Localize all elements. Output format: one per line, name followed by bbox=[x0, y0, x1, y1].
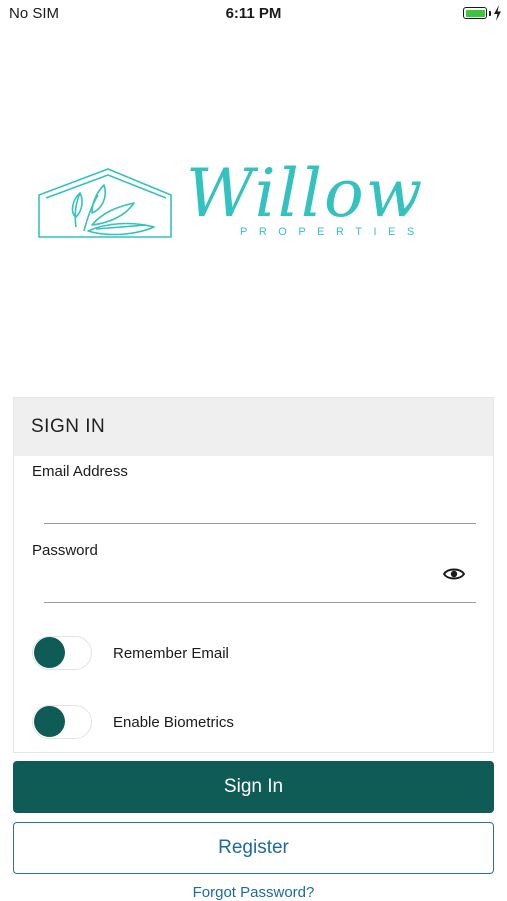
enable-biometrics-row: Enable Biometrics bbox=[32, 703, 234, 741]
logo-wordmark: Willow bbox=[186, 155, 425, 232]
remember-email-toggle[interactable] bbox=[32, 636, 92, 670]
remember-email-label: Remember Email bbox=[113, 644, 229, 662]
company-logo: Willow PROPERTIES bbox=[36, 155, 481, 245]
signin-header: SIGN IN bbox=[14, 398, 493, 456]
status-bar: No SIM 6:11 PM bbox=[0, 0, 507, 28]
password-label: Password bbox=[32, 542, 98, 559]
email-label: Email Address bbox=[32, 463, 128, 480]
battery-icon bbox=[463, 7, 487, 19]
sign-in-button[interactable]: Sign In bbox=[13, 761, 494, 813]
battery-level-fill bbox=[465, 9, 485, 17]
house-leaves-icon bbox=[38, 168, 172, 238]
enable-biometrics-toggle[interactable] bbox=[32, 705, 92, 739]
remember-email-row: Remember Email bbox=[32, 634, 229, 672]
register-button[interactable]: Register bbox=[13, 822, 494, 874]
status-time: 6:11 PM bbox=[225, 5, 282, 22]
logo-subtitle: PROPERTIES bbox=[240, 226, 426, 238]
charging-icon bbox=[494, 5, 501, 21]
email-field[interactable] bbox=[44, 490, 448, 518]
password-underline bbox=[44, 602, 476, 603]
battery-cap bbox=[489, 11, 491, 16]
toggle-knob bbox=[34, 637, 65, 668]
signin-card: SIGN IN Email Address Password Remember … bbox=[13, 397, 494, 753]
forgot-password-link[interactable]: Forgot Password? bbox=[0, 884, 507, 901]
eye-icon[interactable] bbox=[443, 566, 465, 582]
email-underline bbox=[44, 523, 476, 524]
enable-biometrics-label: Enable Biometrics bbox=[113, 713, 234, 731]
password-field[interactable] bbox=[44, 570, 448, 598]
toggle-knob bbox=[34, 706, 65, 737]
